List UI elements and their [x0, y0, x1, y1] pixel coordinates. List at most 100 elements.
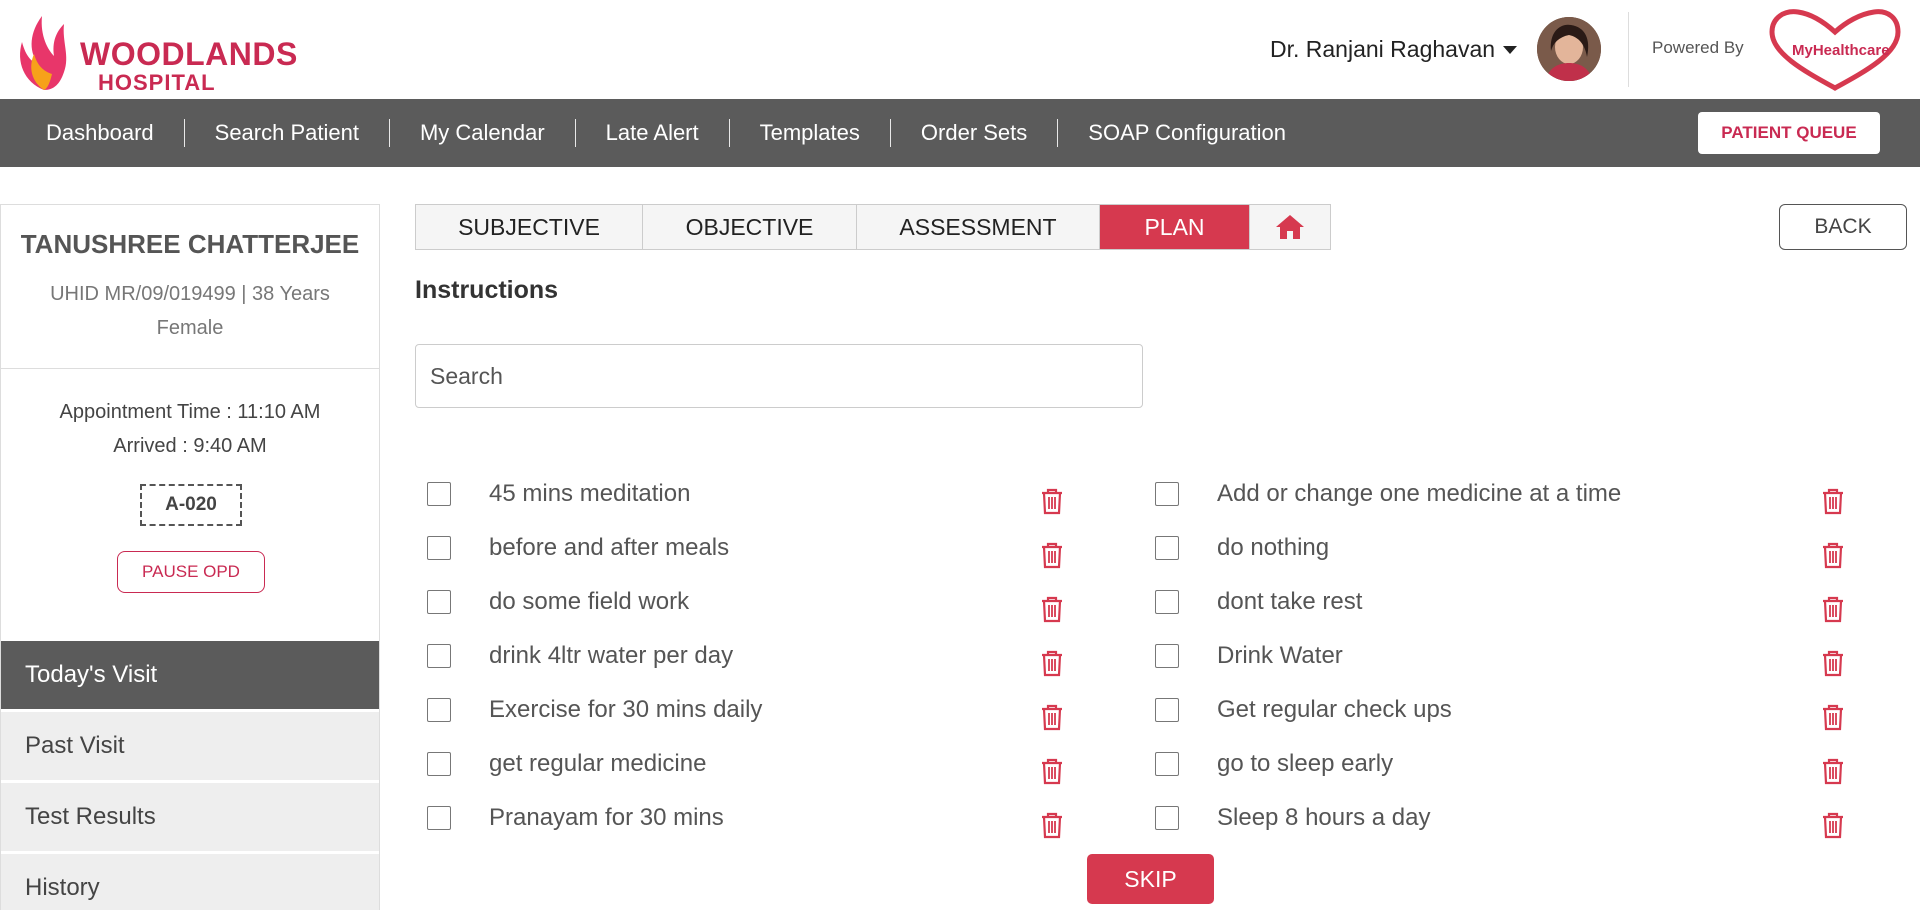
trash-icon[interactable]	[1820, 649, 1846, 677]
instruction-checkbox[interactable]	[1155, 698, 1179, 722]
instruction-checkbox[interactable]	[1155, 644, 1179, 668]
tab-assessment[interactable]: ASSESSMENT	[857, 205, 1100, 249]
trash-icon[interactable]	[1820, 595, 1846, 623]
token-badge: A-020	[140, 484, 242, 526]
instruction-checkbox[interactable]	[1155, 482, 1179, 506]
trash-icon[interactable]	[1820, 811, 1846, 839]
instruction-checkbox[interactable]	[1155, 590, 1179, 614]
trash-icon[interactable]	[1820, 757, 1846, 785]
patient-queue-button[interactable]: PATIENT QUEUE	[1698, 112, 1880, 154]
instruction-label: Exercise for 30 mins daily	[489, 696, 763, 723]
header-divider	[1628, 12, 1629, 87]
panel-divider	[1, 368, 379, 369]
home-icon	[1276, 215, 1304, 239]
trash-icon[interactable]	[1039, 595, 1065, 623]
list-item: before and after meals	[427, 525, 1127, 579]
instruction-checkbox[interactable]	[427, 590, 451, 614]
list-item: Sleep 8 hours a day	[1155, 795, 1855, 849]
search-input[interactable]	[415, 344, 1143, 408]
trash-icon[interactable]	[1039, 649, 1065, 677]
trash-icon[interactable]	[1039, 703, 1065, 731]
main-navbar: Dashboard Search Patient My Calendar Lat…	[0, 99, 1920, 167]
list-item: Get regular check ups	[1155, 687, 1855, 741]
instruction-label: dont take rest	[1217, 588, 1363, 615]
side-item-todays-visit[interactable]: Today's Visit	[1, 641, 379, 709]
list-item: 45 mins meditation	[427, 471, 1127, 525]
instruction-checkbox[interactable]	[1155, 752, 1179, 776]
powered-by-label: Powered By	[1652, 38, 1744, 57]
trash-icon[interactable]	[1039, 487, 1065, 515]
tab-objective[interactable]: OBJECTIVE	[643, 205, 857, 249]
pause-opd-button[interactable]: PAUSE OPD	[117, 551, 265, 593]
instruction-checkbox[interactable]	[427, 806, 451, 830]
instruction-label: Get regular check ups	[1217, 696, 1452, 723]
partner-logo-text: MyHealthcare	[1792, 42, 1890, 59]
instruction-checkbox[interactable]	[427, 482, 451, 506]
instructions-list-right: Add or change one medicine at a time do …	[1155, 471, 1855, 849]
list-item: get regular medicine	[427, 741, 1127, 795]
instruction-label: drink 4ltr water per day	[489, 642, 734, 669]
trash-icon[interactable]	[1820, 541, 1846, 569]
patient-name: TANUSHREE CHATTERJEE	[20, 229, 360, 259]
side-item-history[interactable]: History	[1, 854, 379, 910]
trash-icon[interactable]	[1039, 811, 1065, 839]
logo-subtitle: HOSPITAL	[98, 70, 216, 95]
side-item-test-results[interactable]: Test Results	[1, 783, 379, 851]
instruction-checkbox[interactable]	[427, 698, 451, 722]
list-item: drink 4ltr water per day	[427, 633, 1127, 687]
instruction-checkbox[interactable]	[427, 644, 451, 668]
instruction-label: go to sleep early	[1217, 750, 1394, 777]
patient-info: UHID MR/09/019499 | 38 Years Female	[1, 277, 379, 345]
instruction-label: Pranayam for 30 mins	[489, 804, 724, 831]
list-item: do nothing	[1155, 525, 1855, 579]
list-item: do some field work	[427, 579, 1127, 633]
list-item: Exercise for 30 mins daily	[427, 687, 1127, 741]
instruction-label: before and after meals	[489, 534, 730, 561]
list-item: go to sleep early	[1155, 741, 1855, 795]
skip-button[interactable]: SKIP	[1087, 854, 1214, 904]
hospital-logo[interactable]: WOODLANDS HOSPITAL	[14, 12, 314, 95]
nav-dashboard[interactable]: Dashboard	[16, 119, 185, 147]
instruction-checkbox[interactable]	[1155, 806, 1179, 830]
appointment-time: Appointment Time : 11:10 AM	[59, 401, 321, 423]
side-item-past-visit[interactable]: Past Visit	[1, 712, 379, 780]
list-item: Drink Water	[1155, 633, 1855, 687]
user-menu[interactable]: Dr. Ranjani Raghavan	[1270, 18, 1518, 80]
tab-subjective[interactable]: SUBJECTIVE	[416, 205, 643, 249]
instruction-label: Drink Water	[1217, 642, 1343, 669]
instruction-label: 45 mins meditation	[489, 480, 691, 507]
nav-search-patient[interactable]: Search Patient	[185, 119, 390, 147]
instruction-label: get regular medicine	[489, 750, 707, 777]
section-title: Instructions	[415, 276, 559, 304]
flame-logo-icon	[20, 16, 67, 90]
instruction-checkbox[interactable]	[1155, 536, 1179, 560]
logo-title: WOODLANDS	[80, 36, 298, 72]
avatar[interactable]	[1537, 17, 1601, 81]
trash-icon[interactable]	[1039, 757, 1065, 785]
nav-my-calendar[interactable]: My Calendar	[390, 119, 576, 147]
tab-home[interactable]	[1250, 205, 1330, 249]
list-item: Add or change one medicine at a time	[1155, 471, 1855, 525]
instructions-list-left: 45 mins meditation before and after meal…	[427, 471, 1127, 849]
nav-late-alert[interactable]: Late Alert	[576, 119, 730, 147]
soap-tabs: SUBJECTIVE OBJECTIVE ASSESSMENT PLAN	[415, 204, 1331, 250]
user-name: Dr. Ranjani Raghavan	[1270, 35, 1496, 62]
instruction-label: do some field work	[489, 588, 690, 615]
instruction-label: do nothing	[1217, 534, 1330, 561]
nav-soap-configuration[interactable]: SOAP Configuration	[1058, 119, 1316, 147]
tab-plan[interactable]: PLAN	[1100, 205, 1250, 249]
trash-icon[interactable]	[1039, 541, 1065, 569]
instruction-checkbox[interactable]	[427, 536, 451, 560]
trash-icon[interactable]	[1820, 487, 1846, 515]
appointment-info: Appointment Time : 11:10 AM Arrived : 9:…	[1, 395, 379, 463]
back-button[interactable]: BACK	[1779, 204, 1907, 250]
instruction-checkbox[interactable]	[427, 752, 451, 776]
nav-order-sets[interactable]: Order Sets	[891, 119, 1059, 147]
nav-templates[interactable]: Templates	[730, 119, 891, 147]
patient-uhid: UHID MR/09/019499 | 38 Years	[50, 283, 330, 305]
trash-icon[interactable]	[1820, 703, 1846, 731]
chevron-down-icon	[1503, 46, 1518, 54]
list-item: Pranayam for 30 mins	[427, 795, 1127, 849]
instruction-label: Add or change one medicine at a time	[1217, 480, 1622, 507]
instruction-label: Sleep 8 hours a day	[1217, 804, 1431, 831]
